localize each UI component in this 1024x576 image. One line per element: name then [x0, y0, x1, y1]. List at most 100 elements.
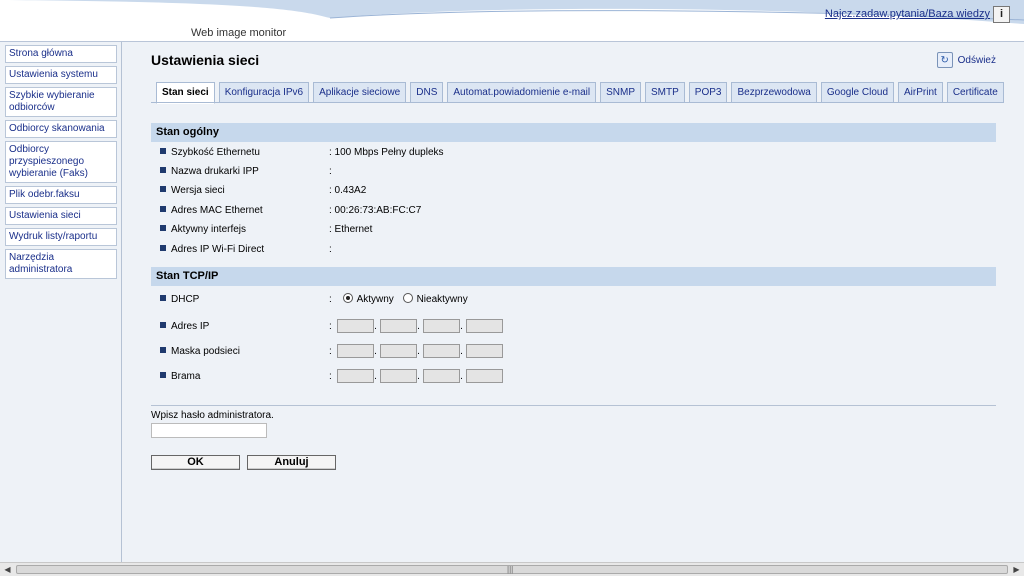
bullet-icon [160, 295, 166, 302]
mask-octet-1[interactable] [336, 344, 374, 358]
mask-octet-2[interactable] [379, 344, 417, 358]
row-value: : 0.43A2 [329, 185, 367, 196]
row-mac-address: Adres MAC Ethernet : 00:26:73:AB:FC:C7 [160, 204, 421, 218]
row-value: : [329, 166, 332, 177]
row-label: Maska podsieci [171, 345, 240, 357]
gateway-octet-1[interactable] [336, 369, 374, 383]
row-colon: : [329, 294, 332, 305]
ok-button[interactable]: OK [151, 455, 240, 470]
product-name: Web image monitor [191, 27, 287, 39]
scroll-left-icon[interactable]: ◀ [2, 564, 13, 575]
row-colon: : [329, 320, 332, 332]
sidebar-item-admin-tools[interactable]: Narzędzia administratora [5, 249, 117, 279]
scroll-right-icon[interactable]: ▶ [1011, 564, 1022, 575]
row-label: Nazwa drukarki IPP [171, 166, 259, 177]
tab-network-apps[interactable]: Aplikacje sieciowe [313, 82, 407, 103]
refresh-icon: ↻ [936, 52, 953, 68]
sidebar-item-address-book[interactable]: Szybkie wybieranie odbiorców [5, 87, 117, 117]
row-label: Adres MAC Ethernet [171, 205, 263, 216]
mask-octet-4[interactable] [465, 344, 503, 358]
row-label: Adres IP [171, 320, 210, 332]
faq-link[interactable]: Najcz.zadaw.pytania/Baza wiedzy [825, 8, 990, 20]
page-title: Ustawienia sieci [151, 52, 260, 68]
ip-octet-3[interactable] [422, 319, 460, 333]
dhcp-active-radio[interactable] [342, 293, 353, 304]
gateway-octet-3[interactable] [422, 369, 460, 383]
sidebar-item-network-settings[interactable]: Ustawienia sieci [5, 207, 117, 225]
ip-octet-2[interactable] [379, 319, 417, 333]
bullet-icon [160, 186, 166, 193]
info-icon[interactable]: i [993, 6, 1010, 23]
section-general-heading: Stan ogólny [151, 123, 996, 142]
ip-octet-4[interactable] [465, 319, 503, 333]
tab-pop3[interactable]: POP3 [688, 82, 728, 103]
row-wifi-direct-ip: Adres IP Wi-Fi Direct: [160, 243, 332, 257]
tab-wireless[interactable]: Bezprzewodowa [731, 82, 817, 103]
bullet-icon [160, 167, 166, 174]
grip-icon: ||| [507, 565, 514, 574]
row-label: DHCP [171, 294, 200, 305]
refresh-button[interactable]: ↻ Odśwież [936, 52, 996, 68]
tab-underline [151, 102, 996, 103]
sidebar: Strona główna Ustawienia systemu Szybkie… [0, 42, 122, 562]
horizontal-scrollbar[interactable]: ◀ ||| ▶ [0, 562, 1024, 576]
row-subnet-mask: Maska podsieci: ... [160, 344, 503, 358]
row-value: : Ethernet [329, 224, 373, 235]
tab-dns[interactable]: DNS [410, 82, 444, 103]
sidebar-item-home[interactable]: Strona główna [5, 45, 117, 63]
tab-network-status[interactable]: Stan sieci [156, 82, 215, 104]
bullet-icon [160, 206, 166, 213]
form-divider [151, 405, 996, 406]
row-ip-address: Adres IP: ... [160, 319, 503, 333]
row-label: Brama [171, 370, 201, 382]
tab-google-cloud[interactable]: Google Cloud [820, 82, 895, 103]
ip-octet-1[interactable] [336, 319, 374, 333]
tab-bar: Stan sieci Konfiguracja IPv6 Aplikacje s… [156, 82, 1008, 104]
tab-certificate[interactable]: Certificate [946, 82, 1004, 103]
row-dhcp: DHCP: Aktywny Nieaktywny [160, 293, 468, 307]
dhcp-inactive-label: Nieaktywny [416, 294, 468, 305]
dhcp-active-label: Aktywny [356, 294, 394, 305]
row-value: : 100 Mbps Pełny dupleks [329, 147, 444, 158]
mask-octet-3[interactable] [422, 344, 460, 358]
row-colon: : [329, 370, 332, 382]
main-content: Ustawienia sieci ↻ Odśwież Stan sieci Ko… [122, 42, 1012, 562]
header: Najcz.zadaw.pytania/Baza wiedzy i Web im… [0, 0, 1024, 42]
admin-password-input[interactable] [151, 423, 267, 438]
cancel-button[interactable]: Anuluj [247, 455, 336, 470]
dhcp-inactive-radio[interactable] [402, 293, 413, 304]
row-colon: : [329, 345, 332, 357]
tab-snmp[interactable]: SNMP [600, 82, 642, 103]
tab-email-notification[interactable]: Automat.powiadomienie e-mail [447, 82, 597, 103]
bullet-icon [160, 245, 166, 252]
row-label: Adres IP Wi-Fi Direct [171, 244, 265, 255]
bullet-icon [160, 148, 166, 155]
sidebar-item-fax-speed-dial[interactable]: Odbiorcy przyspieszonego wybieranie (Fak… [5, 141, 117, 183]
bullet-icon [160, 372, 166, 378]
password-prompt: Wpisz hasło administratora. [151, 410, 274, 421]
gateway-octet-2[interactable] [379, 369, 417, 383]
row-value: : [329, 244, 332, 255]
tab-airprint[interactable]: AirPrint [898, 82, 943, 103]
gateway-octet-4[interactable] [465, 369, 503, 383]
sidebar-item-scan-destinations[interactable]: Odbiorcy skanowania [5, 120, 117, 138]
refresh-label: Odśwież [957, 54, 996, 66]
row-label: Aktywny interfejs [171, 224, 247, 235]
tab-smtp[interactable]: SMTP [645, 82, 685, 103]
row-gateway: Brama: ... [160, 369, 503, 383]
scrollbar-thumb[interactable]: ||| [16, 565, 1008, 574]
bullet-icon [160, 225, 166, 232]
row-value: : 00:26:73:AB:FC:C7 [329, 205, 422, 216]
row-label: Szybkość Ethernetu [171, 147, 260, 158]
sidebar-item-received-fax[interactable]: Plik odebr.faksu [5, 186, 117, 204]
row-active-interface: Aktywny interfejs : Ethernet [160, 223, 372, 237]
bullet-icon [160, 347, 166, 353]
row-network-version: Wersja sieci: 0.43A2 [160, 184, 366, 198]
row-ethernet-speed: Szybkość Ethernetu : 100 Mbps Pełny duple… [160, 146, 444, 160]
bullet-icon [160, 322, 166, 328]
sidebar-item-system-settings[interactable]: Ustawienia systemu [5, 66, 117, 84]
row-ipp-printer-name: Nazwa drukarki IPP: [160, 165, 332, 179]
section-tcpip-heading: Stan TCP/IP [151, 267, 996, 286]
sidebar-item-print-list[interactable]: Wydruk listy/raportu [5, 228, 117, 246]
tab-ipv6[interactable]: Konfiguracja IPv6 [218, 82, 310, 103]
